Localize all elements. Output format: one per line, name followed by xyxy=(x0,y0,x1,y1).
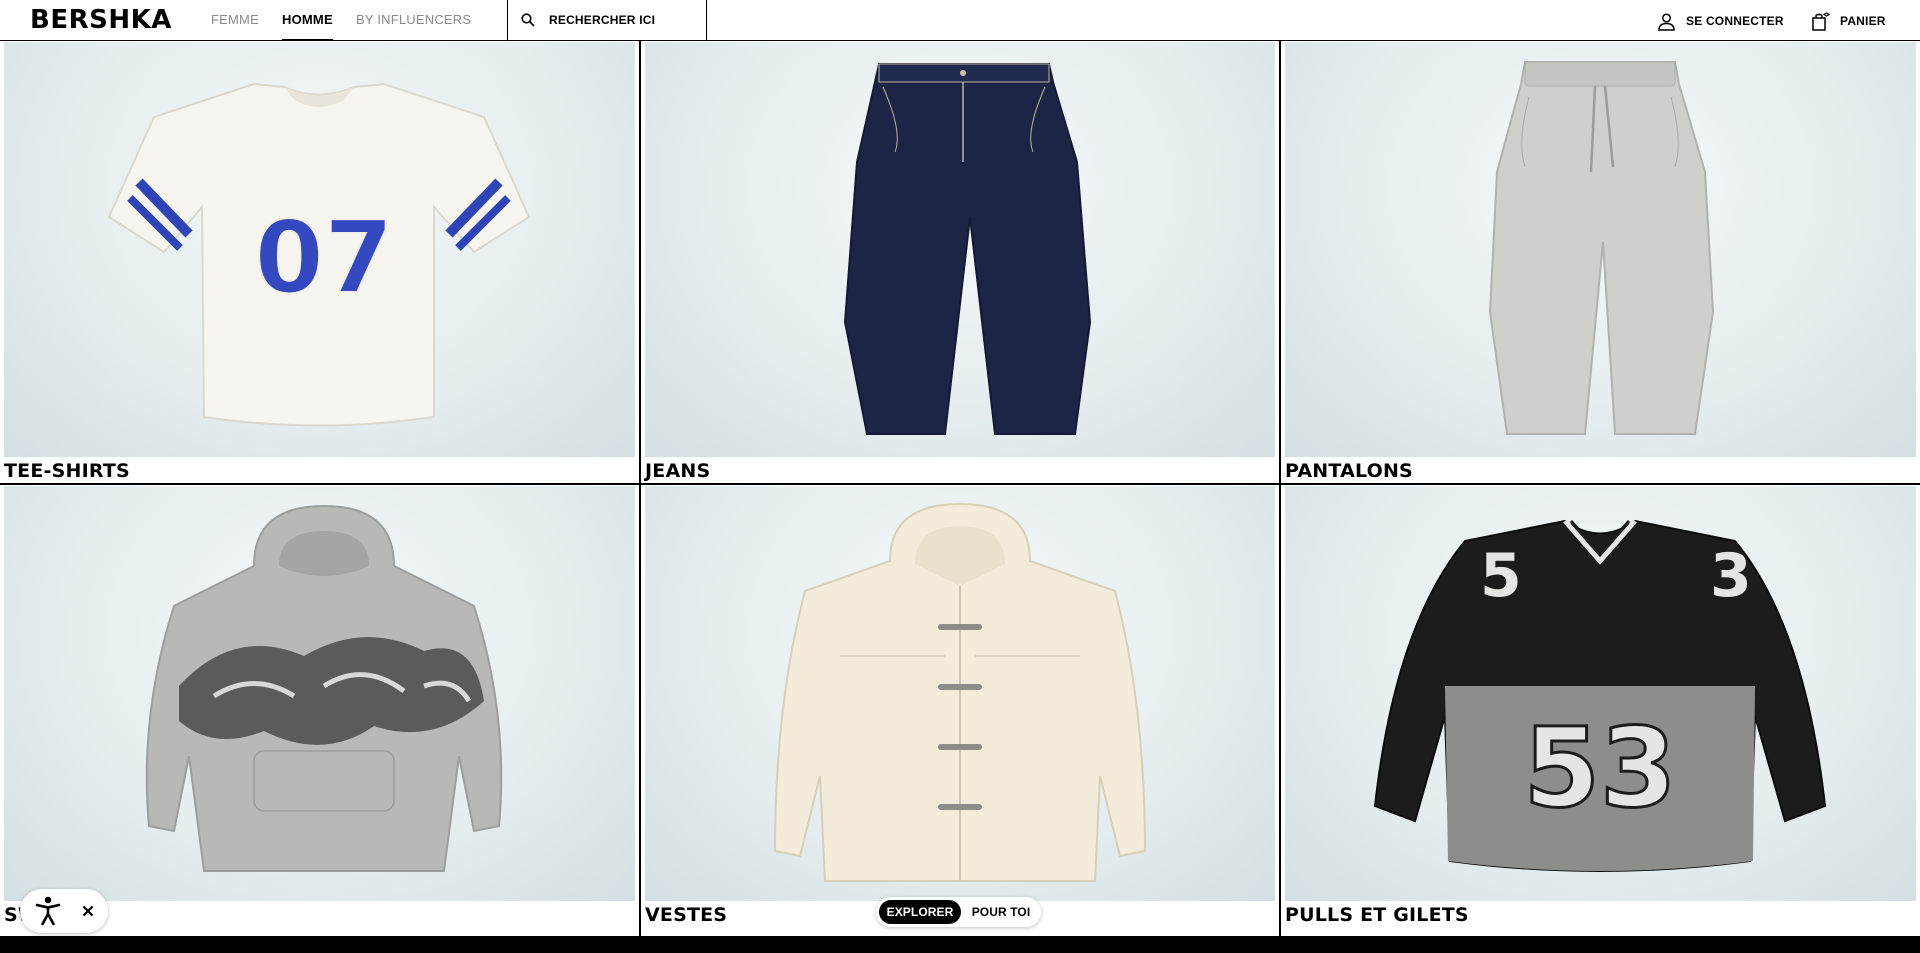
tab-homme[interactable]: HOMME xyxy=(282,12,333,41)
jacket-illustration xyxy=(773,502,1147,882)
category-card-jeans[interactable]: JEANS xyxy=(641,41,1279,483)
category-card-pantalons[interactable]: PANTALONS xyxy=(1281,41,1920,483)
svg-text:07: 07 xyxy=(254,199,393,316)
tab-by-influencers[interactable]: BY INFLUENCERS xyxy=(356,12,471,28)
category-card-vestes[interactable]: VESTES xyxy=(641,485,1279,936)
product-image[interactable] xyxy=(645,486,1275,901)
category-label[interactable]: TEE-SHIRTS xyxy=(4,459,130,483)
accessibility-widget xyxy=(20,889,108,933)
category-card-pulls-et-gilets[interactable]: 53 5 3 PULLS ET GILETS xyxy=(1281,485,1920,936)
cart-label: PANIER xyxy=(1840,14,1886,28)
top-header: BERSHKA FEMME HOMME BY INFLUENCERS RECHE… xyxy=(0,0,1920,41)
category-card-sw[interactable]: SW xyxy=(0,485,639,936)
product-image[interactable]: 07 xyxy=(4,42,635,457)
tee-shirt-illustration: 07 xyxy=(107,82,531,427)
tab-femme[interactable]: FEMME xyxy=(211,12,259,28)
explorer-toggle-option[interactable]: EXPLORER xyxy=(879,900,961,924)
product-image[interactable]: 53 5 3 xyxy=(1285,486,1916,901)
jogger-pants-illustration xyxy=(1488,61,1715,435)
product-image[interactable] xyxy=(1285,42,1916,457)
category-label[interactable]: PANTALONS xyxy=(1285,459,1413,483)
bottom-bar xyxy=(0,936,1920,953)
svg-text:3: 3 xyxy=(1710,541,1752,611)
login-link[interactable]: SE CONNECTER xyxy=(1657,12,1784,31)
cart-link[interactable]: PANIER xyxy=(1811,11,1886,31)
sweater-illustration: 53 5 3 xyxy=(1373,519,1827,872)
product-image[interactable] xyxy=(4,486,635,901)
hoodie-illustration xyxy=(145,504,503,872)
category-card-tee-shirts[interactable]: 07 TEE-SHIRTS xyxy=(0,41,639,483)
category-label[interactable]: JEANS xyxy=(645,459,710,483)
svg-text:5: 5 xyxy=(1480,541,1522,611)
category-label[interactable]: VESTES xyxy=(645,903,727,927)
product-image[interactable] xyxy=(645,42,1275,457)
search-box[interactable]: RECHERCHER ICI xyxy=(507,0,707,41)
svg-text:53: 53 xyxy=(1523,704,1676,832)
feed-toggle: EXPLORER POUR TOI xyxy=(876,897,1041,927)
search-placeholder[interactable]: RECHERCHER ICI xyxy=(549,13,655,27)
jeans-illustration xyxy=(843,63,1092,435)
category-label[interactable]: PULLS ET GILETS xyxy=(1285,903,1469,927)
category-grid: 07 TEE-SHIRTS JEANS PANTALONS VESTES 53 … xyxy=(0,41,1920,936)
accessibility-icon[interactable] xyxy=(32,895,64,927)
pour-toi-toggle-option[interactable]: POUR TOI xyxy=(964,900,1038,924)
search-icon xyxy=(521,13,535,27)
login-label: SE CONNECTER xyxy=(1686,14,1784,28)
user-icon xyxy=(1658,12,1675,31)
shopping-bag-icon xyxy=(1812,11,1830,31)
bershka-logo[interactable]: BERSHKA xyxy=(30,6,172,34)
close-icon[interactable] xyxy=(78,901,98,921)
